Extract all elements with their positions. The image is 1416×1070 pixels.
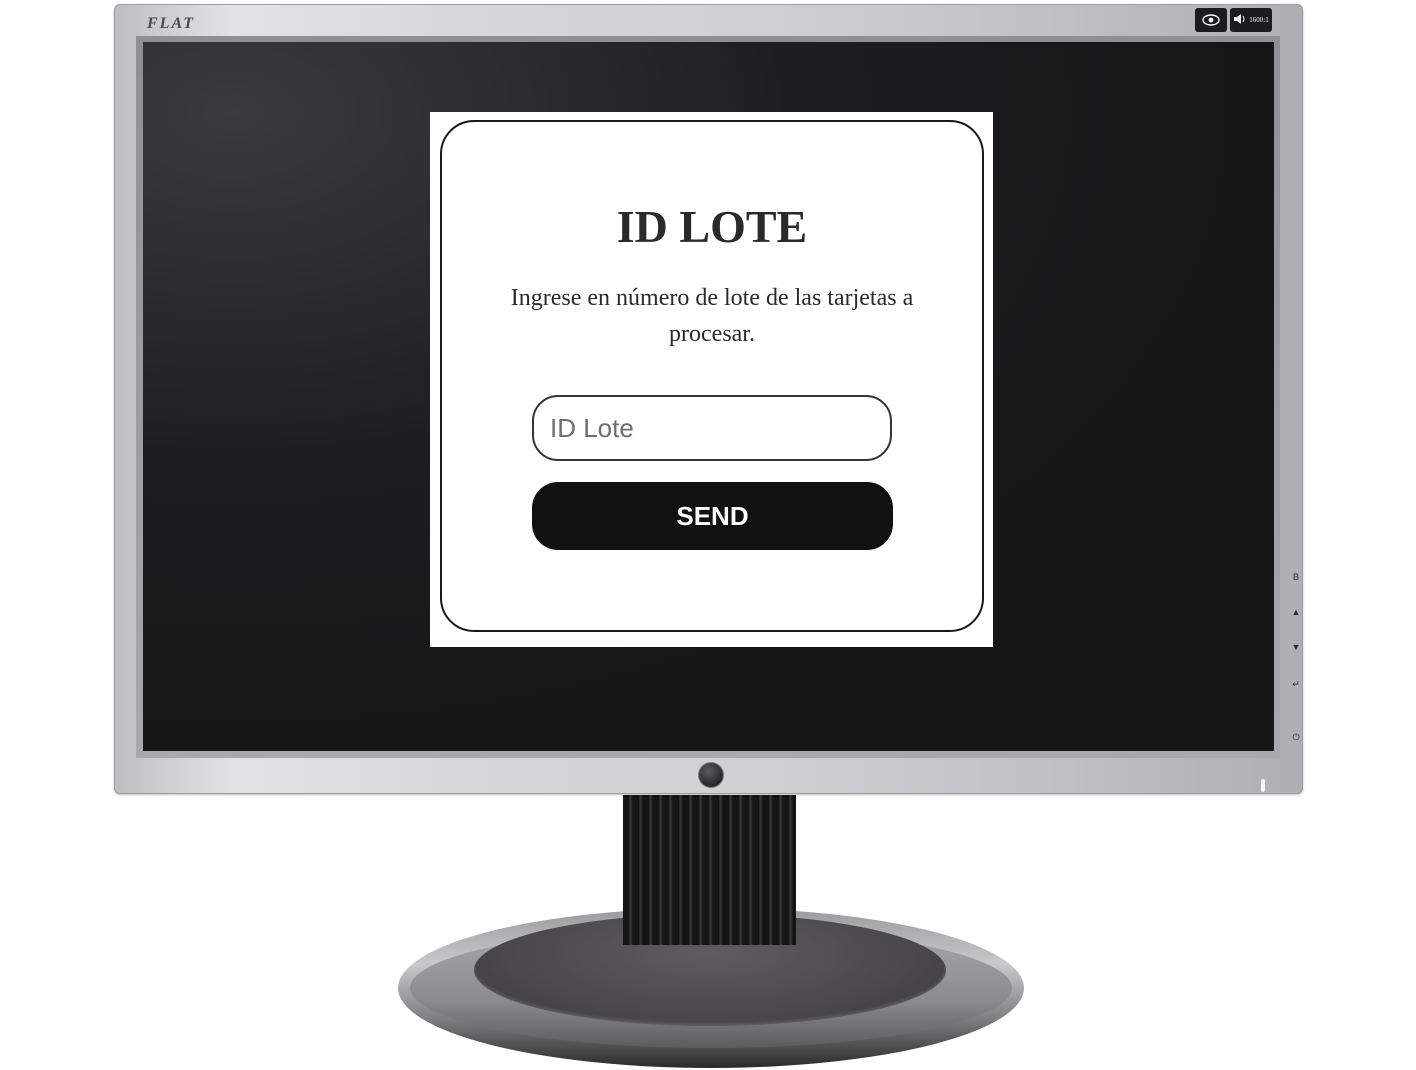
monitor-top-badges: 1600:1 [1195,8,1272,32]
speaker-icon [1233,13,1247,27]
side-button-enter[interactable]: ↵ [1287,679,1305,690]
side-button-b[interactable]: B [1287,572,1305,582]
side-button-up[interactable]: ▲ [1287,607,1305,617]
monitor-brand-label: FLAT [147,15,196,32]
power-button[interactable]: ⏻ [1287,732,1305,743]
monitor-stage: FLAT 1600:1 B ▲ ▼ ↵ ⏻ ID LOTE Ingrese en… [0,0,1416,1070]
monitor-neck [623,795,796,945]
contrast-ratio-label: 1600:1 [1249,15,1269,24]
monitor-logo-icon [699,763,723,787]
send-button[interactable]: SEND [532,482,893,550]
eye-icon [1195,8,1227,32]
power-led [1261,779,1265,792]
energy-badge: 1600:1 [1230,8,1272,32]
card-description: Ingrese en número de lote de las tarjeta… [510,285,914,347]
side-button-down[interactable]: ▼ [1287,642,1305,652]
id-lote-input[interactable] [532,395,892,461]
id-lote-card [440,120,984,632]
card-title: ID LOTE [616,201,808,252]
monitor-side-buttons: B ▲ ▼ ↵ ⏻ [1287,570,1305,750]
